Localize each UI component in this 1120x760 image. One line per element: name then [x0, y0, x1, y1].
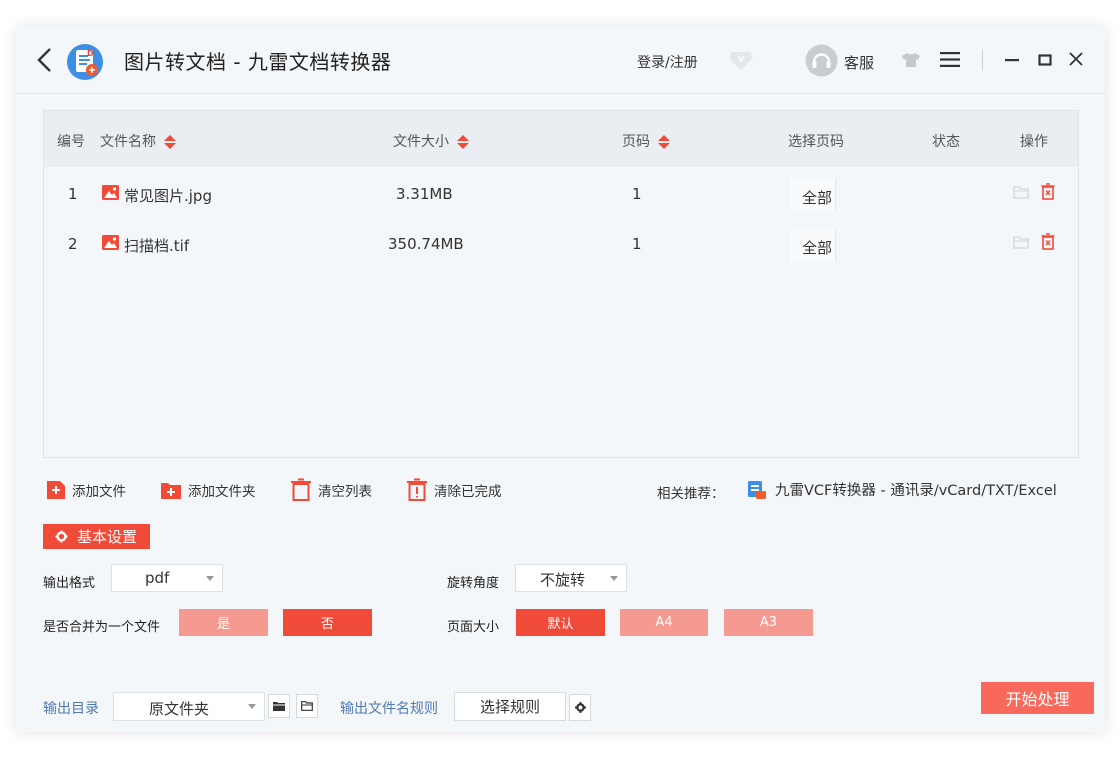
rotate-angle-select[interactable]: 不旋转: [515, 564, 627, 592]
close-icon[interactable]: [1067, 50, 1085, 68]
page-range-select[interactable]: 全部: [790, 228, 836, 262]
folder-icon: [273, 702, 285, 711]
recommend-vcf-link[interactable]: 九雷VCF转换器 - 通讯录/vCard/TXT/Excel: [747, 479, 1057, 500]
open-output-folder-button[interactable]: [296, 694, 318, 718]
chevron-down-icon: [610, 576, 618, 581]
add-folder-button[interactable]: 添加文件夹: [160, 478, 256, 502]
output-dir-select[interactable]: 原文件夹: [113, 692, 265, 721]
basic-settings-label: 基本设置: [77, 528, 138, 546]
vip-diamond-icon[interactable]: V: [728, 49, 754, 71]
merge-files-label: 是否合并为一个文件: [43, 620, 161, 635]
sort-arrows-icon[interactable]: [164, 134, 177, 150]
add-folder-label: 添加文件夹: [188, 484, 256, 500]
merge-yes-button[interactable]: 是: [179, 609, 268, 636]
select-rule-button[interactable]: 选择规则: [454, 692, 566, 721]
skin-shirt-icon[interactable]: [901, 52, 921, 68]
chevron-down-icon: [206, 576, 214, 581]
start-process-button[interactable]: 开始处理: [981, 682, 1094, 714]
image-file-icon: [102, 235, 119, 250]
filename-rule-label: 输出文件名规则: [340, 701, 438, 717]
page-size-a4-button[interactable]: A4: [620, 609, 708, 636]
open-folder-icon[interactable]: [1013, 185, 1029, 199]
image-file-icon: [102, 185, 119, 200]
vcf-app-icon: [748, 480, 766, 499]
app-window: D 图片转文档 - 九雷文档转换器 登录/注册 V 客服 编号 文件名称 文件大…: [16, 27, 1105, 732]
column-select-pages: 选择页码: [788, 134, 844, 150]
page-size-a3-button[interactable]: A3: [724, 609, 813, 636]
clear-done-icon: [407, 478, 427, 501]
clear-list-button[interactable]: 清空列表: [290, 478, 372, 502]
row-index: 2: [68, 235, 78, 253]
customer-service-label[interactable]: 客服: [844, 52, 874, 73]
column-index: 编号: [57, 134, 85, 150]
add-file-icon: [47, 481, 65, 499]
back-arrow-icon[interactable]: [34, 45, 56, 75]
sort-arrows-icon[interactable]: [658, 134, 671, 150]
add-file-label: 添加文件: [72, 484, 126, 500]
column-size-label: 文件大小: [393, 134, 449, 150]
add-file-button[interactable]: 添加文件: [46, 478, 126, 502]
clear-done-label: 清除已完成: [434, 484, 502, 500]
chevron-down-icon: [248, 704, 256, 709]
table-row[interactable]: 1 常见图片.jpg 3.31MB 1 全部: [44, 169, 1078, 219]
merge-no-button[interactable]: 否: [283, 609, 372, 636]
gear-icon: [55, 530, 68, 543]
minimize-icon[interactable]: [1003, 51, 1021, 69]
table-header: 编号 文件名称 文件大小 页码 选择页码 状态 操作: [44, 111, 1078, 167]
row-index: 1: [68, 185, 78, 203]
menu-icon[interactable]: [940, 51, 960, 68]
title-bar: D 图片转文档 - 九雷文档转换器 登录/注册 V 客服: [16, 27, 1105, 94]
recommend-label: 相关推荐：: [657, 486, 725, 502]
customer-service-icon[interactable]: [805, 44, 838, 77]
app-logo-icon: D: [67, 44, 103, 80]
sort-arrows-icon[interactable]: [457, 134, 470, 150]
svg-text:V: V: [738, 55, 745, 64]
svg-text:D: D: [87, 49, 94, 58]
column-pages[interactable]: 页码: [622, 131, 671, 151]
page-size-default-button[interactable]: 默认: [516, 609, 605, 636]
rotate-angle-value: 不旋转: [540, 571, 586, 589]
row-file-name: 扫描档.tif: [124, 237, 190, 255]
maximize-icon[interactable]: [1036, 51, 1054, 69]
column-actions: 操作: [1020, 134, 1048, 150]
row-file-size: 350.74MB: [388, 235, 464, 253]
row-file-size: 3.31MB: [396, 185, 453, 203]
row-page-count: 1: [632, 235, 642, 253]
delete-icon[interactable]: [1041, 233, 1055, 250]
file-table: 编号 文件名称 文件大小 页码 选择页码 状态 操作 1 常见图片.jpg 3.…: [43, 110, 1079, 458]
trash-icon: [291, 478, 311, 501]
column-pages-label: 页码: [622, 134, 650, 150]
table-row[interactable]: 2 扫描档.tif 350.74MB 1 全部: [44, 219, 1078, 269]
gear-icon: [574, 702, 586, 713]
page-range-select[interactable]: 全部: [790, 178, 836, 212]
column-name-label: 文件名称: [100, 134, 156, 150]
titlebar-divider: [982, 49, 983, 71]
output-dir-label: 输出目录: [43, 701, 99, 717]
row-page-count: 1: [632, 185, 642, 203]
page-size-label: 页面大小: [447, 620, 500, 635]
app-title: 图片转文档 - 九雷文档转换器: [124, 50, 392, 74]
output-format-select[interactable]: pdf: [111, 564, 223, 592]
output-format-label: 输出格式: [43, 576, 96, 591]
delete-icon[interactable]: [1041, 183, 1055, 200]
login-register-link[interactable]: 登录/注册: [637, 52, 698, 72]
rotate-angle-label: 旋转角度: [447, 576, 500, 591]
open-folder-icon: [301, 701, 313, 711]
output-dir-value: 原文件夹: [149, 700, 210, 718]
browse-folder-button[interactable]: [268, 694, 290, 718]
rule-settings-button[interactable]: [569, 694, 591, 721]
basic-settings-tab[interactable]: 基本设置: [43, 524, 150, 549]
recommend-text: 九雷VCF转换器 - 通讯录/vCard/TXT/Excel: [775, 483, 1057, 499]
clear-done-button[interactable]: 清除已完成: [406, 478, 502, 502]
column-name[interactable]: 文件名称: [100, 131, 177, 151]
add-folder-icon: [161, 483, 181, 499]
row-file-name: 常见图片.jpg: [124, 187, 212, 205]
clear-list-label: 清空列表: [318, 484, 372, 500]
output-format-value: pdf: [145, 569, 170, 587]
column-status: 状态: [932, 134, 960, 150]
column-size[interactable]: 文件大小: [393, 131, 470, 151]
open-folder-icon[interactable]: [1013, 235, 1029, 249]
